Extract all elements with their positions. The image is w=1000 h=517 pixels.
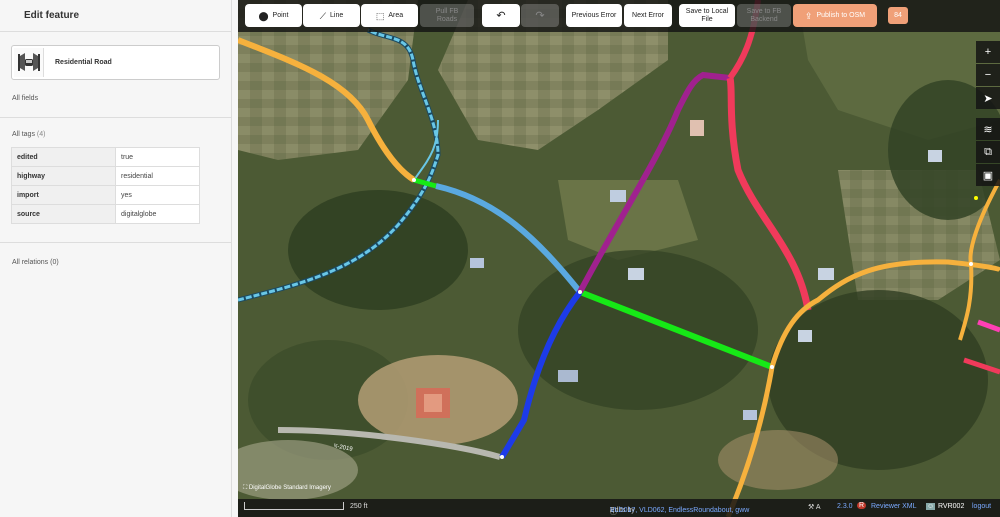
map-canvas[interactable]: ঘ-2019	[238, 0, 1000, 517]
sidebar-title: Edit feature	[24, 10, 80, 21]
all-tags-toggle[interactable]: All tags (4)	[12, 131, 45, 138]
add-line-label: Line	[330, 11, 344, 19]
redo-button[interactable]: ↷	[521, 4, 559, 27]
tag-row: source digitalglobe	[11, 204, 200, 224]
save-local-file-button[interactable]: Save to Local File	[679, 4, 735, 27]
tag-value-field[interactable]: true	[115, 147, 200, 167]
next-error-button[interactable]: Next Error	[624, 4, 672, 27]
save-fb-line-1: Save to FB	[746, 7, 782, 15]
save-fb-line-2: Backend	[750, 15, 778, 23]
undo-button[interactable]: ↶	[482, 4, 520, 27]
undo-icon: ↶	[496, 9, 506, 22]
scale-bar	[244, 502, 344, 510]
editors-link[interactable]: VLD017, VLD062, EndlessRoundabout, gww	[610, 507, 749, 514]
tag-value-field[interactable]: digitalglobe	[115, 204, 200, 224]
imagery-label: DigitalGlobe Standard Imagery	[248, 485, 331, 491]
toolbox-icon: ⚒ A	[808, 504, 821, 511]
line-icon: ⟋	[319, 10, 327, 21]
tag-row: import yes	[11, 185, 200, 205]
publish-to-osm-button[interactable]: ⇪ Publish to OSM	[793, 4, 877, 27]
tag-row: edited true	[11, 147, 200, 167]
all-fields-toggle[interactable]: All fields	[12, 95, 38, 102]
tag-row: highway residential	[11, 166, 200, 186]
sidebar: Edit feature Residential Road All fields…	[0, 0, 232, 517]
redo-icon: ↷	[535, 9, 545, 22]
divider	[0, 117, 232, 118]
layers-icon: ≋	[983, 123, 993, 136]
save-fb-backend-button[interactable]: Save to FB Backend	[737, 4, 791, 27]
add-line-button[interactable]: ⟋ Line	[303, 4, 360, 27]
previous-error-label: Previous Error	[571, 11, 617, 19]
satellite-imagery: ঘ-2019	[238, 0, 1000, 517]
tag-key-field[interactable]: import	[11, 185, 116, 205]
version-link[interactable]: 2.3.0	[837, 503, 853, 510]
tag-table: edited true highway residential import y…	[11, 147, 200, 224]
tag-value-field[interactable]: yes	[115, 185, 200, 205]
pull-fb-roads-button[interactable]: Pull FB Roads	[420, 4, 474, 27]
username[interactable]: RVR002	[938, 503, 964, 510]
tag-key-field[interactable]: highway	[11, 166, 116, 186]
issues-button[interactable]: ▣	[976, 164, 1000, 186]
preset-selector[interactable]: Residential Road	[11, 45, 220, 80]
reviewer-xml-link[interactable]: Reviewer XML	[871, 503, 917, 510]
tag-key-field[interactable]: source	[11, 204, 116, 224]
all-tags-count: (4)	[36, 131, 46, 138]
user-avatar: ☺	[926, 503, 936, 510]
all-relations-toggle[interactable]: All relations (0)	[12, 259, 59, 266]
footer-bar: 250 ft ⓘ Edits by VLD017, VLD062, Endles…	[238, 499, 1000, 517]
reviewer-icon: R	[857, 502, 867, 509]
zoom-out-button[interactable]: −	[976, 64, 1000, 86]
minus-icon: −	[984, 69, 992, 81]
location-arrow-icon: ➤	[983, 92, 993, 105]
previous-error-button[interactable]: Previous Error	[566, 4, 622, 27]
edit-count-badge: 84	[888, 7, 908, 24]
add-area-button[interactable]: ⬚ Area	[361, 4, 418, 27]
area-icon: ⬚	[375, 10, 385, 21]
upload-icon: ⇪	[804, 10, 813, 21]
divider	[0, 242, 232, 243]
scale-label: 250 ft	[350, 503, 368, 510]
next-error-label: Next Error	[632, 11, 664, 19]
background-layers-button[interactable]: ≋	[976, 118, 1000, 140]
imagery-attribution: ⛶ DigitalGlobe Standard Imagery	[243, 485, 331, 491]
tag-value-field[interactable]: residential	[115, 166, 200, 186]
map-data-icon: ⧉	[984, 145, 992, 158]
save-local-line-2: File	[701, 15, 713, 23]
pull-fb-line-2: Roads	[436, 15, 458, 23]
publish-label: Publish to OSM	[816, 11, 866, 19]
add-point-button[interactable]: ⬤ Point	[245, 4, 302, 27]
save-local-line-1: Save to Local	[685, 7, 729, 15]
sidebar-header: Edit feature	[0, 0, 231, 32]
add-area-label: Area	[388, 11, 404, 19]
plus-icon: +	[984, 46, 992, 58]
tag-key-field[interactable]: edited	[11, 147, 116, 167]
residential-road-icon	[14, 48, 44, 77]
zoom-in-button[interactable]: +	[976, 41, 1000, 63]
map-data-button[interactable]: ⧉	[976, 141, 1000, 163]
issues-icon: ▣	[982, 169, 994, 182]
point-icon: ⬤	[258, 10, 269, 21]
logout-link[interactable]: logout	[972, 503, 991, 510]
preset-name: Residential Road	[55, 59, 112, 66]
all-tags-label: All tags	[12, 131, 35, 138]
geolocate-button[interactable]: ➤	[976, 87, 1000, 109]
add-point-label: Point	[272, 11, 289, 19]
pull-fb-line-1: Pull FB	[435, 7, 459, 15]
